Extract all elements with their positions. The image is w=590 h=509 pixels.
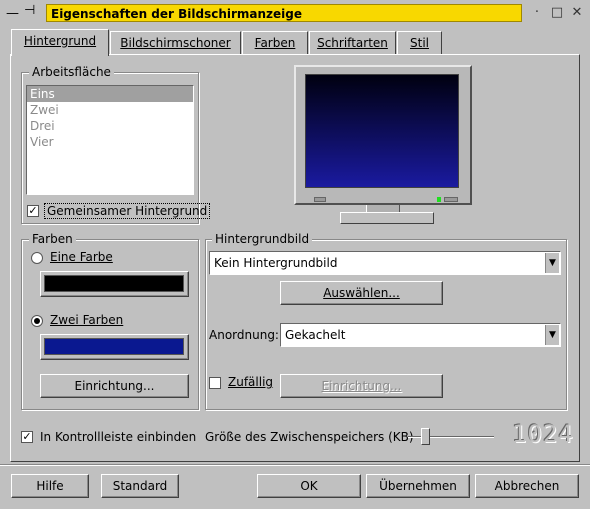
arrangement-label: Anordnung:	[209, 328, 279, 342]
taskbar-label: In Kontrollleiste einbinden	[40, 430, 197, 444]
tab-label: Stil	[410, 36, 429, 50]
color2-button[interactable]	[40, 334, 189, 360]
tab-hintergrund[interactable]: Hintergrund	[11, 29, 109, 56]
image-setup-button[interactable]: Einrichtung...	[280, 374, 443, 398]
colors-setup-button[interactable]: Einrichtung...	[40, 374, 189, 398]
cache-value-display: 1024	[512, 420, 574, 448]
power-led	[437, 197, 441, 202]
slider-handle[interactable]	[421, 428, 430, 445]
random-label: Zufällig	[228, 375, 274, 389]
window-title: Eigenschaften der Bildschirmanzeige	[46, 4, 522, 22]
one-color-label: Eine Farbe	[50, 250, 113, 264]
default-button[interactable]: Standard	[101, 474, 179, 498]
apply-button[interactable]: Übernehmen	[366, 474, 470, 498]
ok-button[interactable]: OK	[257, 474, 361, 498]
color2-swatch	[44, 338, 184, 355]
desktop-list[interactable]: Eins Zwei Drei Vier	[26, 85, 194, 195]
minimize-icon[interactable]: ·	[528, 4, 546, 22]
desktop-preview-screen	[305, 74, 459, 188]
color1-button[interactable]	[40, 271, 189, 297]
separator	[0, 464, 590, 466]
chevron-down-icon[interactable]: ▼	[545, 253, 559, 273]
hintergrundbild-label: Hintergrundbild	[212, 232, 313, 246]
monitor-button-right	[444, 197, 458, 202]
tab-label: Hintergrund	[23, 34, 97, 48]
radio-selected-dot	[34, 318, 40, 324]
cache-slider[interactable]	[408, 428, 494, 446]
two-colors-label: Zwei Farben	[50, 313, 124, 327]
list-item[interactable]: Eins	[27, 86, 193, 102]
one-color-radio[interactable]	[31, 252, 43, 264]
tab-label: Farben	[254, 36, 296, 50]
tab-farben[interactable]: Farben	[242, 31, 308, 54]
tab-schriftarten[interactable]: Schriftarten	[309, 31, 396, 54]
two-colors-radio[interactable]	[31, 315, 43, 327]
monitor-base	[340, 212, 434, 224]
tab-bildschirmschoner[interactable]: Bildschirmschoner	[110, 31, 241, 54]
random-checkbox[interactable]	[209, 377, 221, 389]
list-item[interactable]: Drei	[27, 118, 193, 134]
arbeitsflaeche-label: Arbeitsfläche	[29, 65, 114, 79]
taskbar-checkbox[interactable]: ✓	[21, 431, 33, 443]
help-button[interactable]: Hilfe	[11, 474, 89, 498]
list-item[interactable]: Zwei	[27, 102, 193, 118]
choose-image-button[interactable]: Auswählen...	[280, 281, 443, 305]
pin-icon[interactable]: ⊣	[24, 3, 35, 18]
tab-stil[interactable]: Stil	[397, 31, 442, 54]
tab-label: Schriftarten	[317, 36, 388, 50]
cache-size-label: Größe des Zwischenspeichers (KB)	[205, 430, 414, 444]
color1-swatch	[44, 275, 184, 292]
menu-dash-icon[interactable]: —	[6, 6, 19, 21]
list-item[interactable]: Vier	[27, 134, 193, 150]
close-icon[interactable]: ✕	[568, 4, 586, 22]
title-bar: — ⊣ Eigenschaften der Bildschirmanzeige …	[0, 0, 590, 26]
shared-background-label: Gemeinsamer Hintergrund	[44, 203, 211, 219]
cancel-button[interactable]: Abbrechen	[475, 474, 579, 498]
shared-background-checkbox[interactable]: ✓	[27, 205, 39, 217]
farben-label: Farben	[29, 232, 76, 246]
monitor-preview	[294, 65, 472, 225]
background-image-combo[interactable]: Kein Hintergrundbild ▼	[209, 251, 561, 275]
maximize-icon[interactable]: □	[548, 4, 566, 22]
tab-label: Bildschirmschoner	[120, 36, 231, 50]
arrangement-combo[interactable]: Gekachelt ▼	[280, 323, 561, 347]
monitor-button-left	[314, 197, 326, 202]
chevron-down-icon[interactable]: ▼	[545, 325, 559, 345]
